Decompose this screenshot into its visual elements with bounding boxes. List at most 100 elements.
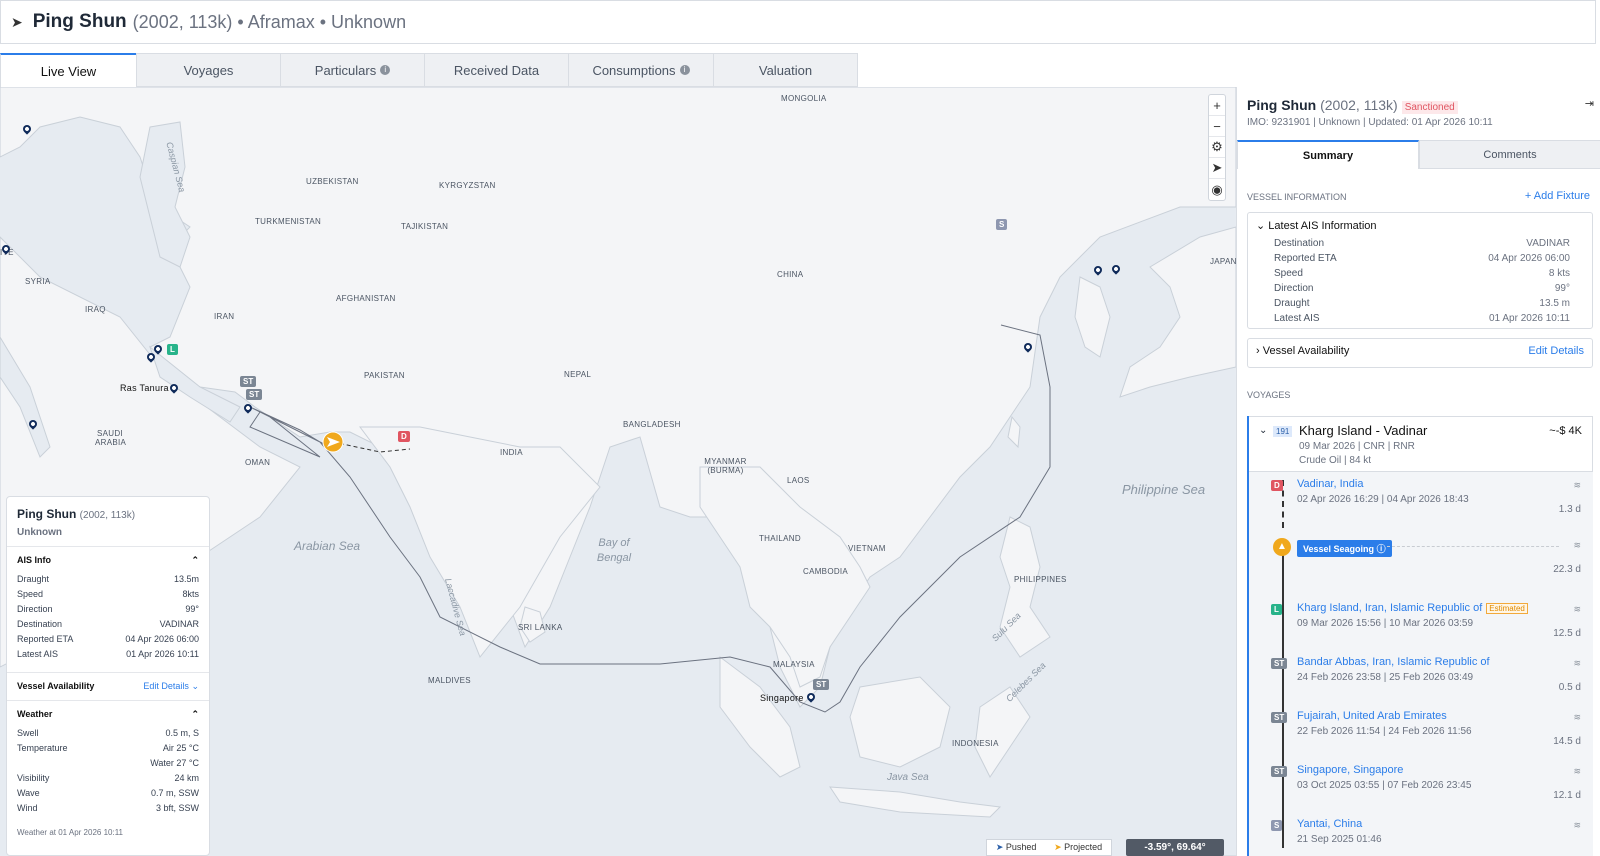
port-name-link[interactable]: Vadinar, India xyxy=(1297,478,1363,490)
popup-weather-key: Swell xyxy=(17,728,39,738)
collapse-panel-icon[interactable]: ⇥ xyxy=(1585,97,1594,110)
dashed-divider xyxy=(1387,546,1559,547)
map-label-indonesia: INDONESIA xyxy=(952,739,999,748)
vessel-availability-box[interactable]: › Vessel Availability Edit Details xyxy=(1247,338,1593,368)
tab-consumptions[interactable]: Consumptions i xyxy=(568,53,714,87)
tab-received-data[interactable]: Received Data xyxy=(424,53,569,87)
popup-ais-header[interactable]: AIS Info ⌃ xyxy=(17,555,199,566)
wave-icon: ≋ xyxy=(1573,766,1581,776)
tab-comments[interactable]: Comments xyxy=(1419,140,1600,169)
port-call-item[interactable]: S Yantai, China 21 Sep 2025 01:46 ≋ xyxy=(1249,818,1593,856)
tab-voyages[interactable]: Voyages xyxy=(136,53,281,87)
land-philippines xyxy=(999,516,1051,658)
settings-gear-icon[interactable]: ⚙ xyxy=(1209,137,1225,158)
port-name-link[interactable]: Bandar Abbas, Iran, Islamic Republic of xyxy=(1297,656,1490,668)
main-tabs: Live View Voyages Particulars i Received … xyxy=(0,53,858,87)
popup-vessel-meta: (2002, 113k) xyxy=(79,510,136,521)
place-ras-tanura: Ras Tanura xyxy=(120,383,169,393)
seagoing-row: Vessel Seagoing ⓘ ≋ 22.3 d xyxy=(1249,540,1593,580)
port-call-item[interactable]: L Kharg Island, Iran, Islamic Republic of… xyxy=(1249,602,1593,654)
map-label-china: CHINA xyxy=(777,270,804,279)
wave-icon: ≋ xyxy=(1573,712,1581,722)
map-tag-st[interactable]: ST xyxy=(240,376,257,387)
port-name: Bandar Abbas, Iran, Islamic Republic of xyxy=(1297,656,1490,668)
target-icon[interactable]: ◉ xyxy=(1209,179,1225,200)
pushed-arrow-icon: ➤ xyxy=(995,842,1004,852)
map-tag-st[interactable]: ST xyxy=(813,679,830,690)
wave-icon: ≋ xyxy=(1573,540,1581,550)
tab-particulars[interactable]: Particulars i xyxy=(280,53,425,87)
zoom-in-button[interactable]: + xyxy=(1209,95,1225,116)
popup-weather-row: Wind 3 bft, SSW xyxy=(17,803,199,818)
popup-ais-list: Draught 13.5m Speed 8kts Direction 99° Destina… xyxy=(17,574,199,664)
legend-pushed-label: Pushed xyxy=(1005,842,1037,852)
popup-ais-value: 8kts xyxy=(182,589,199,599)
map-label-maldives: MALDIVES xyxy=(428,676,471,685)
chevron-right-icon: › xyxy=(1256,345,1260,357)
popup-availability[interactable]: Vessel Availability Edit Details ⌄ xyxy=(17,681,199,692)
tab-label: Received Data xyxy=(453,62,540,78)
map-label-thailand: THAILAND xyxy=(759,534,801,543)
popup-title: Ping Shun (2002, 113k) xyxy=(17,507,199,521)
popup-weather-key: Wave xyxy=(17,788,40,798)
map-label-kyrgyzstan: KYRGYZSTAN xyxy=(439,181,496,190)
popup-weather-key: Wind xyxy=(17,803,38,813)
latest-ais-title: Latest AIS Information xyxy=(1268,220,1377,232)
popup-edit-details-link[interactable]: Edit Details ⌄ xyxy=(143,681,199,692)
port-call-item[interactable]: ST Fujairah, United Arab Emirates 22 Feb 2… xyxy=(1249,710,1593,762)
latest-ais-header[interactable]: ⌄ Latest AIS Information xyxy=(1248,213,1592,238)
voyage-header[interactable]: ⌄ 191 Kharg Island - Vadinar 09 Mar 2026… xyxy=(1249,416,1593,472)
side-title: Ping Shun (2002, 113k) Sanctioned xyxy=(1247,97,1458,114)
edit-details-link[interactable]: Edit Details xyxy=(1528,345,1584,357)
popup-weather-value: 0.5 m, S xyxy=(165,728,199,738)
popup-ais-value: 99° xyxy=(185,604,199,614)
chevron-down-icon: ⌄ xyxy=(191,681,199,691)
map-tag-l[interactable]: L xyxy=(167,344,178,355)
map-label-vietnam: VIETNAM xyxy=(848,544,886,553)
map-label-malaysia: MALAYSIA xyxy=(773,660,815,669)
popup-weather-header[interactable]: Weather ⌃ xyxy=(17,709,199,720)
side-vessel-name: Ping Shun xyxy=(1247,97,1317,113)
voyage-value: ~-$ 4K xyxy=(1549,425,1582,437)
info-icon: i xyxy=(380,65,391,75)
latest-ais-row: Reported ETA 04 Apr 2026 06:00 xyxy=(1248,253,1592,268)
tab-label: Comments xyxy=(1483,148,1537,161)
port-type-tag: ST xyxy=(1271,766,1288,777)
legend-projected: ➤ Projected xyxy=(1054,842,1102,853)
map-tag-st[interactable]: ST xyxy=(246,389,263,400)
port-call-item[interactable]: ST Bandar Abbas, Iran, Islamic Republic o… xyxy=(1249,656,1593,708)
popup-ais-key: Latest AIS xyxy=(17,649,59,659)
land-korea xyxy=(1074,276,1111,358)
port-name-link[interactable]: Yantai, China xyxy=(1297,818,1362,830)
popup-weather-value: 3 bft, SSW xyxy=(155,803,199,813)
popup-ais-row: Speed 8kts xyxy=(17,589,199,604)
chevron-down-icon: ⌄ xyxy=(1259,425,1268,436)
port-name-link[interactable]: Singapore, Singapore xyxy=(1297,764,1403,776)
port-name-link[interactable]: Fujairah, United Arab Emirates xyxy=(1297,710,1447,722)
land-borneo xyxy=(849,676,951,768)
popup-ais-value: VADINAR xyxy=(159,619,199,629)
latest-ais-list: Destination VADINAR Reported ETA 04 Apr 202… xyxy=(1248,238,1592,328)
locate-arrow-icon[interactable]: ➤ xyxy=(1209,158,1225,179)
side-tabs: Summary Comments xyxy=(1237,140,1600,169)
popup-ais-value: 01 Apr 2026 10:11 xyxy=(126,649,199,659)
port-name: Fujairah, United Arab Emirates xyxy=(1297,710,1447,722)
tab-live-view[interactable]: Live View xyxy=(0,53,137,87)
port-call-item[interactable]: D Vadinar, India 02 Apr 2026 16:29 | 04 Ap… xyxy=(1249,478,1593,530)
map-tag-d[interactable]: D xyxy=(398,431,410,442)
map-tag-s[interactable]: S xyxy=(996,219,1008,230)
port-name-link[interactable]: Kharg Island, Iran, Islamic Republic of E… xyxy=(1297,602,1528,614)
add-fixture-button[interactable]: + Add Fixture xyxy=(1525,190,1590,202)
projected-arrow-icon: ➤ xyxy=(1054,842,1062,852)
tab-valuation[interactable]: Valuation xyxy=(713,53,858,87)
latest-ais-key: Draught xyxy=(1274,298,1310,309)
tab-summary[interactable]: Summary xyxy=(1237,140,1419,169)
popup-ais-key: Destination xyxy=(17,619,63,629)
side-vessel-meta: (2002, 113k) xyxy=(1320,97,1398,113)
vessel-header: ➤ Ping Shun (2002, 113k) • Aframax • Unk… xyxy=(0,0,1596,44)
latest-ais-row: Direction 99° xyxy=(1248,283,1592,298)
popup-ais-row: Draught 13.5m xyxy=(17,574,199,589)
port-call-item[interactable]: ST Singapore, Singapore 03 Oct 2025 03:55 … xyxy=(1249,764,1593,816)
zoom-out-button[interactable]: − xyxy=(1209,116,1225,137)
navigation-arrow-icon[interactable]: ➤ xyxy=(11,14,23,31)
